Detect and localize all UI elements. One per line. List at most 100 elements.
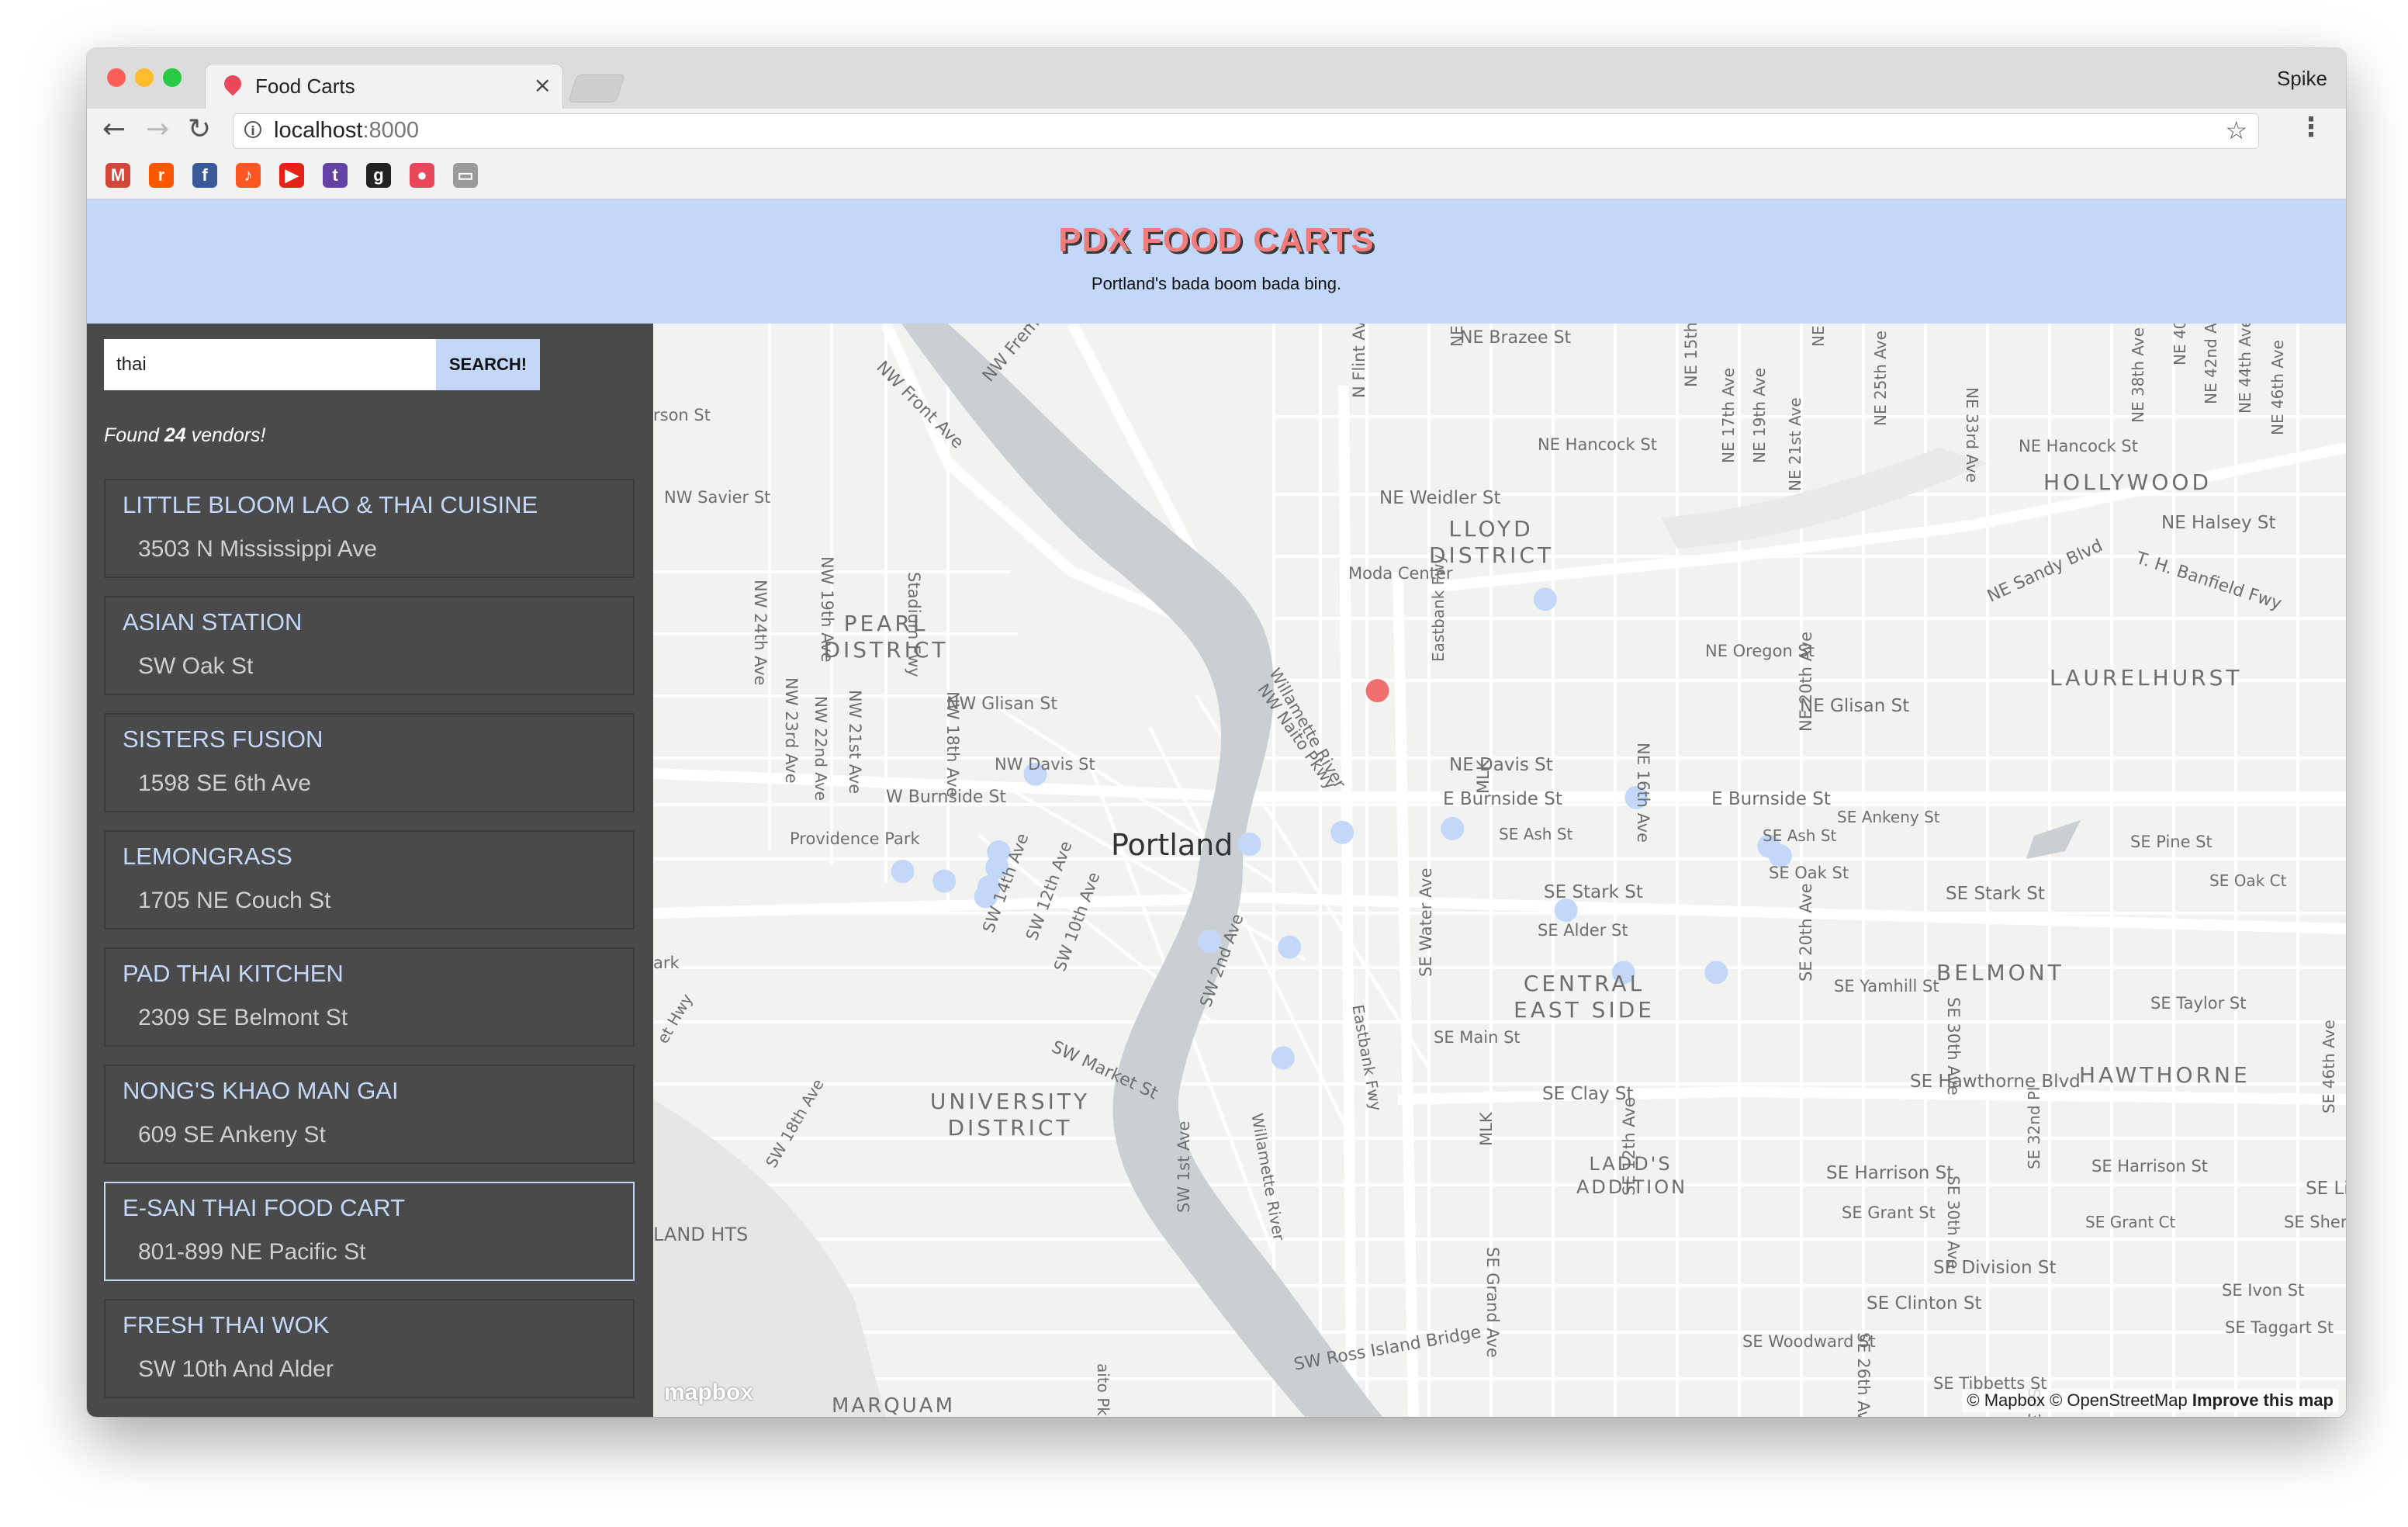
street-label: MLK	[1477, 1112, 1496, 1146]
cart-marker[interactable]	[1441, 816, 1465, 840]
street-label: SW 1st Ave	[1175, 1120, 1193, 1213]
street-label: MLK	[1474, 760, 1493, 794]
street-label: SE 20th Ave	[1797, 883, 1815, 982]
info-icon[interactable]: i	[244, 121, 261, 138]
vendor-name: SISTERS FUSION	[123, 725, 323, 753]
map-label-university-district: UNIVERSITY DISTRICT	[929, 1089, 1091, 1141]
cart-marker[interactable]	[891, 860, 915, 883]
street-label: SE 30th Ave	[1944, 997, 1963, 1096]
cart-marker[interactable]	[1533, 587, 1557, 611]
facebook-bookmark-icon[interactable]: f	[192, 163, 217, 188]
map-label-pearl-district: PEARL DISTRICT	[823, 611, 949, 663]
street-label: SE 26th Ave	[1854, 1332, 1873, 1417]
street-label: SE 46th Ave	[2320, 1020, 2338, 1113]
street-label: NW 19th Ave	[818, 556, 836, 663]
zoom-window-button[interactable]	[163, 68, 182, 87]
url-port: :8000	[362, 118, 420, 143]
mapbox-logo[interactable]: mapbox	[664, 1380, 753, 1406]
back-arrow-icon[interactable]: ←	[102, 113, 126, 145]
map-label-hawthorne: HAWTHORNE	[2079, 1062, 2251, 1088]
reddit-bookmark-icon[interactable]: r	[149, 163, 174, 188]
bookmark-star-icon[interactable]: ☆	[2225, 116, 2247, 145]
street-label: SE Harrison St	[1826, 1163, 1954, 1183]
attribution-text[interactable]: © Mapbox © OpenStreetMap	[1967, 1390, 2187, 1410]
vendor-card[interactable]: E-SAN THAI FOOD CART 801-899 NE Pacific S…	[104, 1182, 635, 1281]
street-label: NE 42nd Ave	[2202, 324, 2220, 404]
cart-marker[interactable]	[1278, 935, 1302, 959]
street-label: NE 46th Ave	[2268, 340, 2287, 435]
vendor-card[interactable]: PAD THAI KITCHEN 2309 SE Belmont St	[104, 947, 635, 1047]
street-label: SE Taylor St	[2150, 994, 2247, 1013]
results-suffix: vendors!	[185, 424, 266, 446]
street-label: SE Grant St	[1842, 1203, 1936, 1222]
selected-cart-marker[interactable]	[1365, 679, 1389, 703]
twitch-bookmark-icon[interactable]: t	[323, 163, 348, 188]
map-label-laurelhurst: LAURELHURST	[2050, 665, 2243, 691]
street-label: NE Hancock St	[1538, 435, 1657, 454]
reload-icon[interactable]: ↻	[188, 113, 211, 145]
browser-toolbar: ← → ↻ i localhost:8000 ☆ ⋮	[87, 109, 2346, 154]
map-label-hollywood: HOLLYWOOD	[2043, 469, 2213, 495]
cart-marker[interactable]	[1271, 1046, 1295, 1070]
url-text[interactable]: localhost:8000	[274, 118, 419, 144]
vendor-card[interactable]: ASIAN STATION SW Oak St	[104, 596, 635, 695]
browser-menu-icon[interactable]: ⋮	[2298, 112, 2324, 143]
map-pin-icon	[220, 71, 245, 96]
vendor-card[interactable]: LITTLE BLOOM LAO & THAI CUISINE 3503 N Mi…	[104, 479, 635, 578]
folder-bookmark-icon[interactable]: ▭	[453, 163, 478, 188]
street-label: SE Harrison St	[2091, 1157, 2209, 1176]
profile-name[interactable]: Spike	[2277, 67, 2327, 91]
vendor-card[interactable]: SISTERS FUSION 1598 SE 6th Ave	[104, 713, 635, 812]
search-button[interactable]: SEARCH!	[436, 339, 540, 390]
vendor-name: LITTLE BLOOM LAO & THAI CUISINE	[123, 491, 538, 518]
street-label: SE Pine St	[2130, 833, 2213, 851]
improve-map-link[interactable]: Improve this map	[2192, 1390, 2334, 1410]
github-bookmark-icon[interactable]: g	[366, 163, 391, 188]
pin-bookmark-icon[interactable]: ●	[410, 163, 434, 188]
vendor-card[interactable]: LEMONGRASS 1705 NE Couch St	[104, 830, 635, 930]
street-label: NE Hancock St	[2019, 437, 2138, 455]
street-label: NE Glisan St	[1800, 696, 1910, 716]
url-host: localhost	[274, 118, 363, 143]
vendor-address: SW Oak St	[138, 653, 254, 679]
street-label: SE Ash St	[1763, 826, 1837, 845]
browser-tab[interactable]: Food Carts ×	[205, 64, 563, 111]
street-label: SE Ash St	[1499, 825, 1573, 843]
street-label: NE 15th Ave	[1682, 324, 1700, 387]
street-label: SE 12th Ave	[1620, 1097, 1638, 1196]
tab-title: Food Carts	[255, 74, 355, 98]
minimize-window-button[interactable]	[135, 68, 154, 87]
close-window-button[interactable]	[107, 68, 126, 87]
vendor-address: 1598 SE 6th Ave	[138, 770, 311, 796]
street-label: SE Water Ave	[1417, 867, 1435, 977]
cart-marker[interactable]	[932, 869, 957, 893]
gmail-bookmark-icon[interactable]: M	[106, 163, 130, 188]
street-label: Stadium Fwy	[905, 572, 923, 677]
vendor-address: 801-899 NE Pacific St	[138, 1239, 366, 1265]
map[interactable]: Portland PEARL DISTRICT LLOYD DISTRICT C…	[653, 324, 2346, 1417]
cart-marker[interactable]	[1704, 961, 1728, 985]
youtube-bookmark-icon[interactable]: ▶	[279, 163, 304, 188]
street-label: SE Grand Ave	[1483, 1247, 1502, 1358]
vendor-name: E-SAN THAI FOOD CART	[123, 1194, 406, 1221]
music-bookmark-icon[interactable]: ♪	[236, 163, 261, 188]
street-label: E Burnside St	[1443, 789, 1562, 809]
address-bar[interactable]: i localhost:8000 ☆	[233, 113, 2259, 149]
close-tab-icon[interactable]: ×	[534, 72, 552, 98]
vendor-card[interactable]: NONG'S KHAO MAN GAI 609 SE Ankeny St	[104, 1065, 635, 1164]
map-label-central-east-side: CENTRAL EAST SIDE	[1514, 971, 1655, 1023]
vendor-address: SW 10th And Alder	[138, 1356, 334, 1382]
forward-arrow-icon[interactable]: →	[146, 113, 169, 145]
pond	[2026, 820, 2081, 859]
vendor-card[interactable]: FRESH THAI WOK SW 10th And Alder	[104, 1299, 635, 1398]
cart-marker[interactable]	[1237, 833, 1261, 856]
cart-marker[interactable]	[1330, 820, 1354, 844]
street-label: NE 17th Ave	[1719, 368, 1738, 463]
search-input[interactable]	[104, 339, 436, 390]
street-label: SE Main St	[1434, 1028, 1521, 1047]
site-header: PDX FOOD CARTS Portland's bada boom bada…	[87, 199, 2346, 324]
new-tab-button[interactable]	[568, 74, 625, 102]
title-bar: Food Carts × Spike	[87, 48, 2346, 111]
street-label: SE Taggart St	[2225, 1318, 2334, 1337]
street-label: NW 18th Ave	[943, 691, 962, 798]
